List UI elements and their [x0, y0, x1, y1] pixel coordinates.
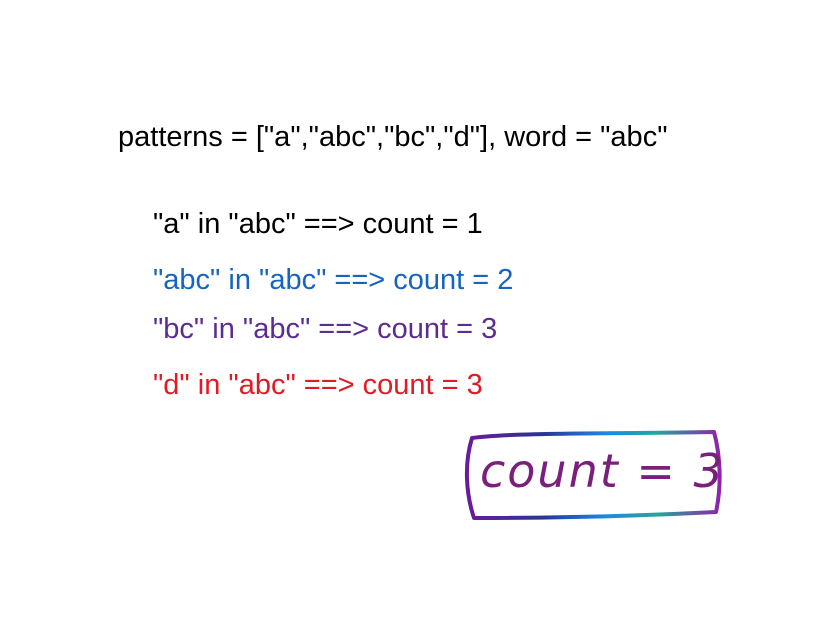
problem-statement: patterns = ["a","abc","bc","d"], word = … — [118, 121, 668, 153]
step-line-1: "a" in "abc" ==> count = 1 — [153, 208, 483, 240]
step-line-2: "abc" in "abc" ==> count = 2 — [153, 264, 514, 296]
answer-box: count = 3 — [458, 424, 726, 524]
answer-text: count = 3 — [480, 444, 725, 498]
step-line-3: "bc" in "abc" ==> count = 3 — [153, 313, 498, 345]
step-line-4: "d" in "abc" ==> count = 3 — [153, 369, 483, 401]
